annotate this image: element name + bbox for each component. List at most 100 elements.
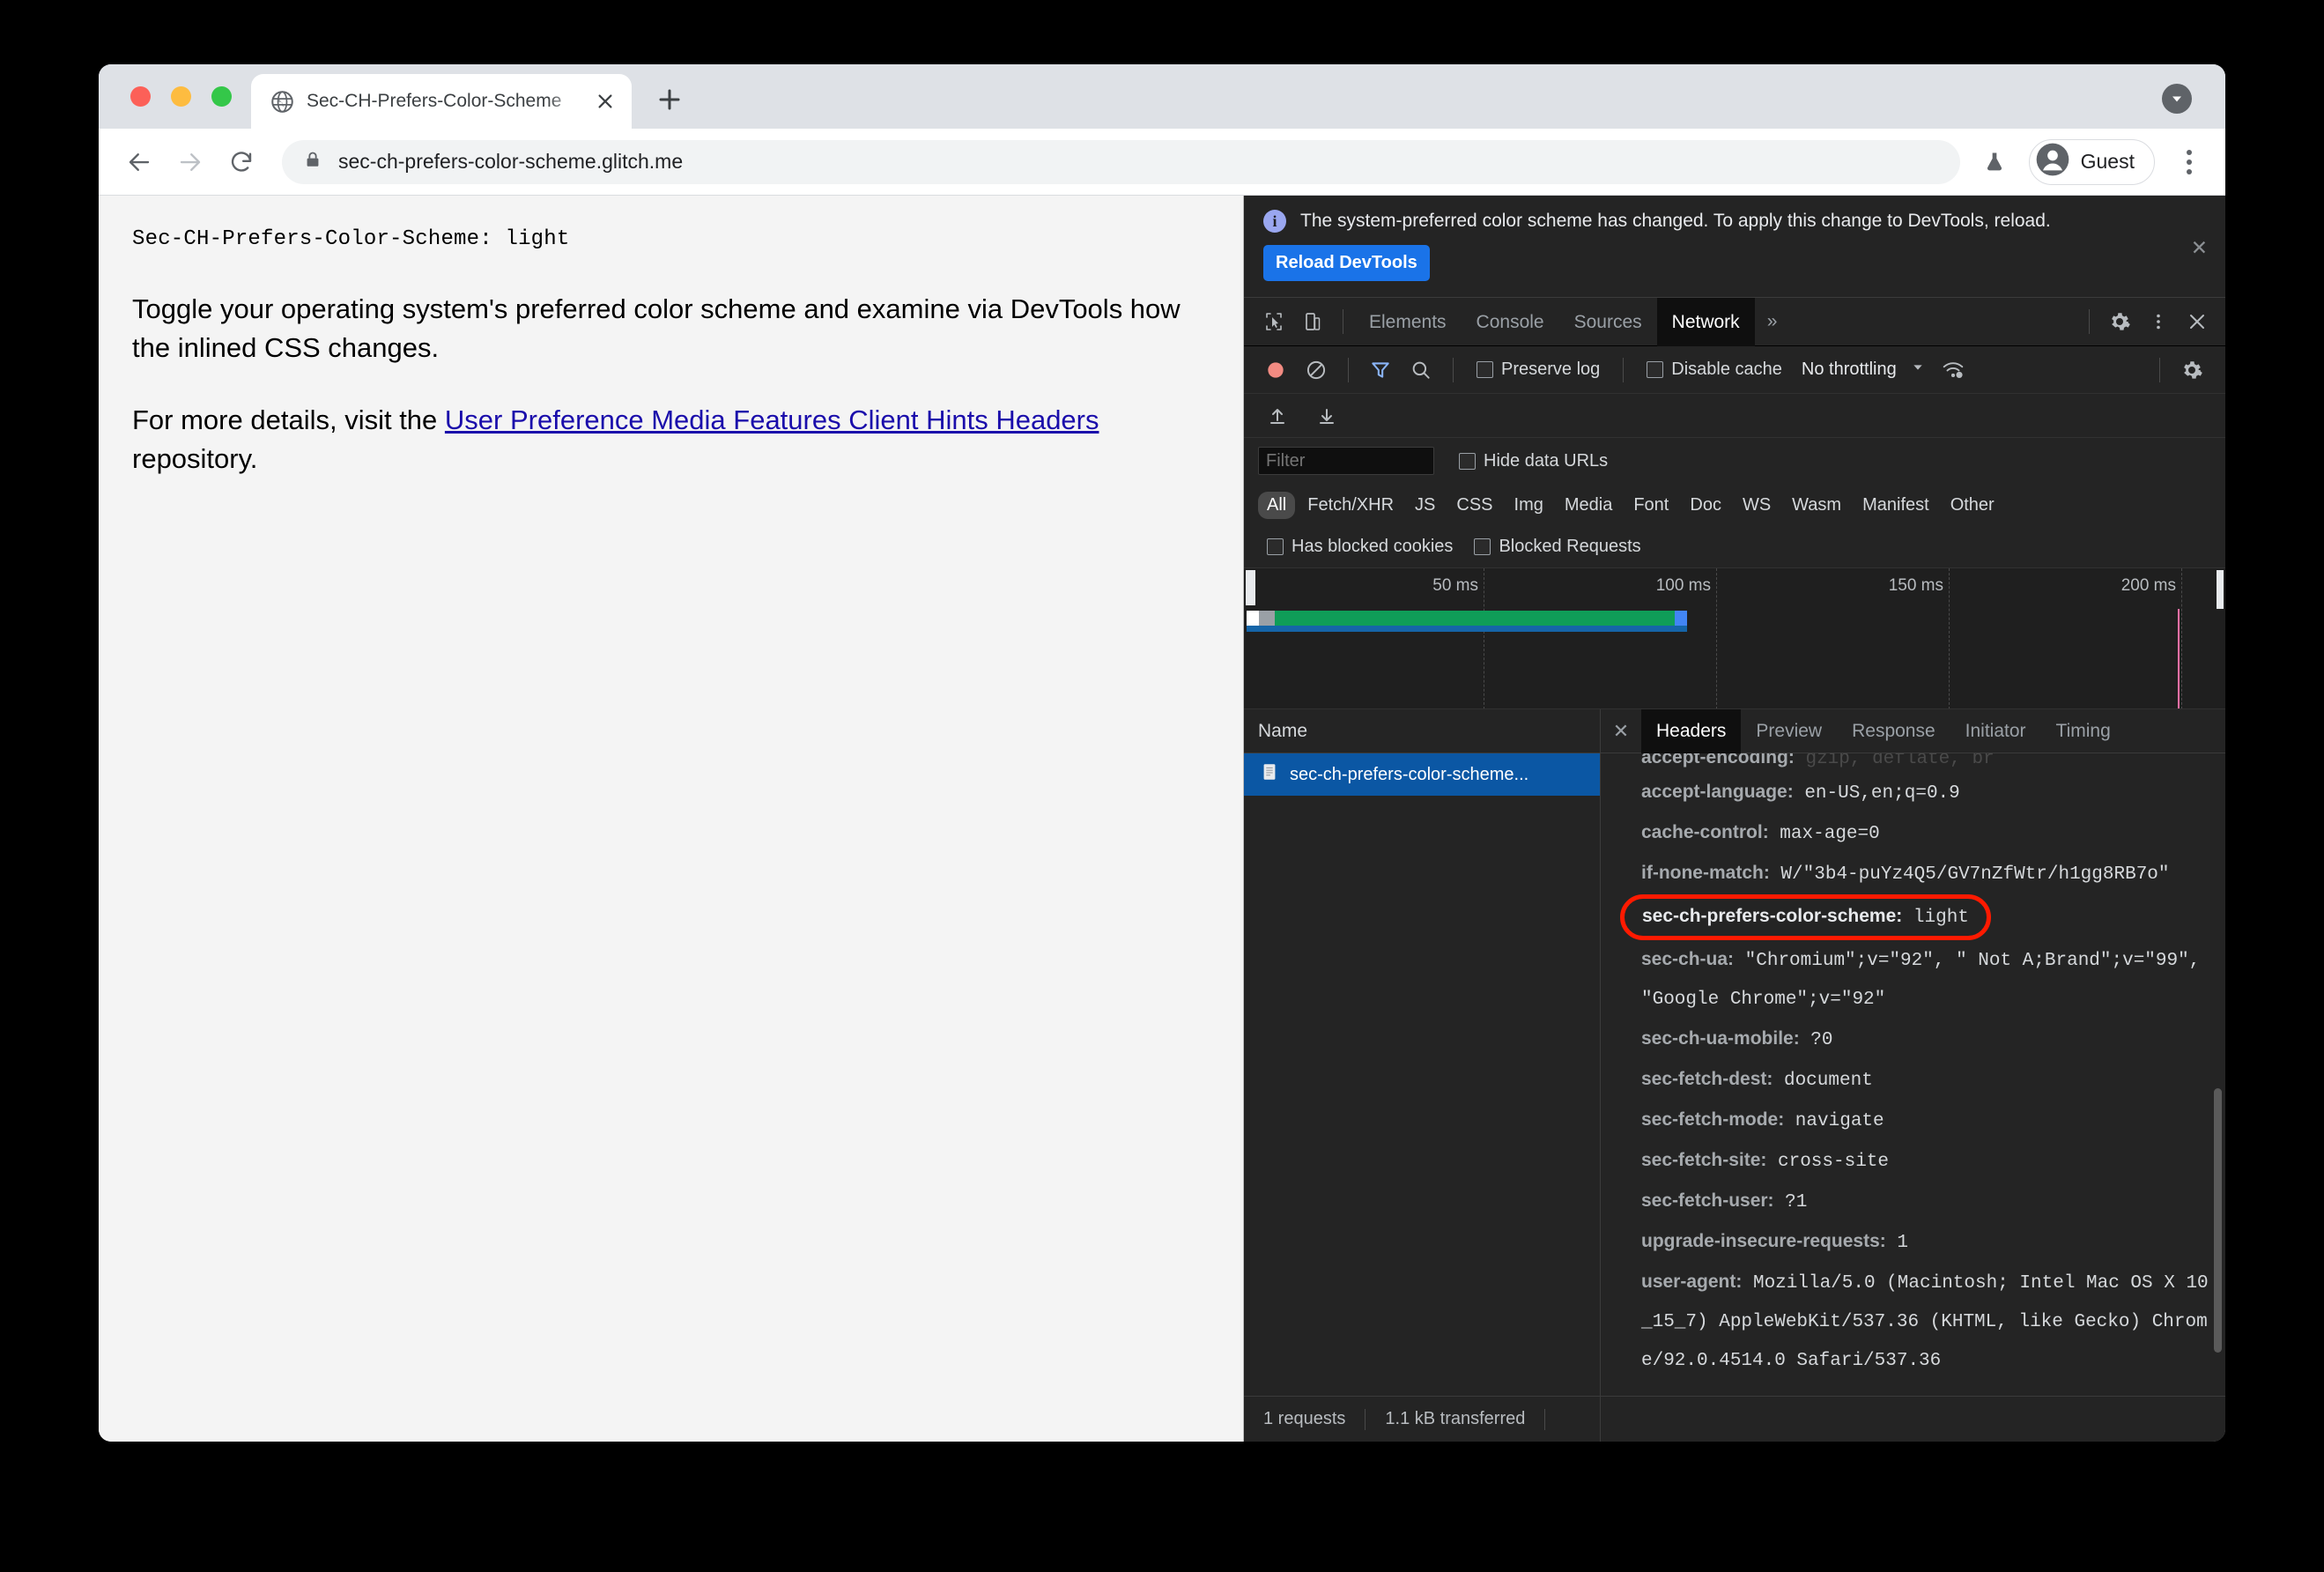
inspect-cursor-icon[interactable] xyxy=(1255,302,1293,341)
close-icon[interactable]: ✕ xyxy=(2191,238,2208,258)
repository-link[interactable]: User Preference Media Features Client Hi… xyxy=(445,404,1099,435)
clear-icon[interactable] xyxy=(1297,351,1336,389)
network-timeline-overview[interactable]: 50 ms 100 ms 150 ms 200 ms xyxy=(1244,568,2225,709)
profile-label: Guest xyxy=(2080,150,2135,173)
header-value: 1 xyxy=(1885,1233,1908,1253)
forward-arrow-icon[interactable] xyxy=(174,146,206,178)
preserve-log-checkbox[interactable]: Preserve log xyxy=(1466,360,1610,380)
tab-response[interactable]: Response xyxy=(1837,709,1950,753)
table-row[interactable]: sec-ch-prefers-color-scheme... xyxy=(1244,753,1600,796)
content-area: Sec-CH-Prefers-Color-Scheme: light Toggl… xyxy=(99,196,2225,1442)
reload-devtools-button[interactable]: Reload DevTools xyxy=(1263,245,1430,281)
chevron-down-icon[interactable] xyxy=(2162,84,2192,114)
network-status-bar: 1 requests 1.1 kB transferred xyxy=(1244,1396,2225,1442)
tab-timing[interactable]: Timing xyxy=(2041,709,2126,753)
disable-cache-label: Disable cache xyxy=(1671,360,1782,379)
record-stop-icon[interactable] xyxy=(1256,351,1295,389)
page-viewport: Sec-CH-Prefers-Color-Scheme: light Toggl… xyxy=(99,196,1244,1442)
close-icon[interactable] xyxy=(593,89,618,114)
type-filter-img[interactable]: Img xyxy=(1506,492,1552,519)
network-conditions-icon[interactable] xyxy=(1934,351,1972,389)
vertical-scrollbar[interactable] xyxy=(2214,1088,2222,1353)
tab-elements[interactable]: Elements xyxy=(1354,298,1462,346)
details-paragraph: For more details, visit the User Prefere… xyxy=(132,401,1210,478)
checkbox-box xyxy=(1477,361,1493,378)
has-blocked-cookies-checkbox[interactable]: Has blocked cookies xyxy=(1256,537,1463,557)
close-window-button[interactable] xyxy=(130,86,151,107)
timeline-right-handle[interactable] xyxy=(2217,570,2224,609)
type-filter-manifest[interactable]: Manifest xyxy=(1854,492,1938,519)
devtools-panel: i The system-preferred color scheme has … xyxy=(1244,196,2225,1442)
close-icon[interactable]: ✕ xyxy=(1601,709,1641,753)
header-value: max-age=0 xyxy=(1768,824,1880,844)
minimize-window-button[interactable] xyxy=(171,86,191,107)
maximize-window-button[interactable] xyxy=(211,86,232,107)
close-icon[interactable] xyxy=(2178,302,2217,341)
header-row: accept-encoding: gzip, deflate, br xyxy=(1641,753,2211,773)
type-filter-font[interactable]: Font xyxy=(1625,492,1677,519)
header-name: accept-encoding: xyxy=(1641,753,1795,767)
headers-list[interactable]: accept-encoding: gzip, deflate, br accep… xyxy=(1601,753,2225,1396)
tab-preview[interactable]: Preview xyxy=(1741,709,1837,753)
type-filter-other[interactable]: Other xyxy=(1942,492,2003,519)
profile-button[interactable]: Guest xyxy=(2028,138,2155,185)
gear-icon[interactable] xyxy=(2100,302,2139,341)
device-toolbar-icon[interactable] xyxy=(1293,302,1332,341)
tab-network[interactable]: Network xyxy=(1656,297,1755,346)
type-filter-ws[interactable]: WS xyxy=(1734,492,1780,519)
type-filter-wasm[interactable]: Wasm xyxy=(1783,492,1850,519)
har-transfer-row xyxy=(1244,394,2225,438)
header-row: sec-fetch-dest: document xyxy=(1641,1060,2211,1101)
header-name: upgrade-insecure-requests: xyxy=(1641,1231,1886,1251)
header-name: if-none-match: xyxy=(1641,863,1770,883)
gear-icon[interactable] xyxy=(2172,351,2211,389)
search-icon[interactable] xyxy=(1402,351,1440,389)
tab-sources[interactable]: Sources xyxy=(1559,298,1657,346)
kebab-menu-icon[interactable] xyxy=(2174,145,2204,180)
disable-cache-checkbox[interactable]: Disable cache xyxy=(1636,360,1793,380)
header-row: if-none-match: W/"3b4-puYz4Q5/GV7nZfWtr/… xyxy=(1641,854,2211,894)
more-tabs-icon[interactable]: » xyxy=(1755,311,1790,332)
header-name: accept-language: xyxy=(1641,782,1794,802)
throttling-dropdown[interactable]: No throttling xyxy=(1795,360,1932,380)
address-bar[interactable]: sec-ch-prefers-color-scheme.glitch.me xyxy=(282,139,1960,184)
type-filter-fetch-xhr[interactable]: Fetch/XHR xyxy=(1299,492,1403,519)
info-icon: i xyxy=(1263,210,1286,233)
timeline-left-handle[interactable] xyxy=(1246,570,1255,605)
flask-icon[interactable] xyxy=(1980,147,2009,177)
tab-headers[interactable]: Headers xyxy=(1641,708,1742,753)
header-name: sec-fetch-mode: xyxy=(1641,1109,1785,1130)
back-arrow-icon[interactable] xyxy=(123,146,155,178)
filter-input[interactable] xyxy=(1258,447,1434,475)
hide-data-urls-checkbox[interactable]: Hide data URLs xyxy=(1448,451,1618,471)
type-filter-media[interactable]: Media xyxy=(1556,492,1621,519)
request-details-tabbar: ✕ Headers Preview Response Initiator Tim… xyxy=(1601,708,2225,753)
checkbox-box xyxy=(1459,452,1476,470)
import-har-icon[interactable] xyxy=(1258,397,1297,435)
request-list-column-header[interactable]: Name xyxy=(1244,709,1600,753)
reload-icon[interactable] xyxy=(226,146,257,178)
request-name: sec-ch-prefers-color-scheme... xyxy=(1290,764,1529,784)
type-filter-js[interactable]: JS xyxy=(1406,492,1444,519)
browser-tab[interactable]: Sec-CH-Prefers-Color-Scheme xyxy=(251,74,632,129)
type-filter-doc[interactable]: Doc xyxy=(1681,492,1730,519)
tab-console[interactable]: Console xyxy=(1462,298,1559,346)
kebab-menu-icon[interactable] xyxy=(2139,302,2178,341)
lock-icon xyxy=(303,150,322,174)
new-tab-button[interactable] xyxy=(648,78,692,122)
type-filter-css[interactable]: CSS xyxy=(1447,492,1501,519)
export-har-icon[interactable] xyxy=(1307,397,1346,435)
funnel-icon[interactable] xyxy=(1361,351,1400,389)
infobar-message: The system-preferred color scheme has ch… xyxy=(1300,211,2051,231)
tab-initiator[interactable]: Initiator xyxy=(1950,709,2041,753)
header-value: ?0 xyxy=(1799,1030,1833,1050)
blocked-requests-checkbox[interactable]: Blocked Requests xyxy=(1463,537,1651,557)
request-list: Name sec-ch-prefers-color-scheme... xyxy=(1244,709,1601,1396)
devtools-tabbar: Elements Console Sources Network » xyxy=(1244,297,2225,346)
timeline-tick-label: 150 ms xyxy=(1888,576,1943,595)
timeline-request-bar xyxy=(1247,611,1687,632)
status-bar-left: 1 requests 1.1 kB transferred xyxy=(1244,1397,1601,1442)
type-filter-all[interactable]: All xyxy=(1258,491,1296,519)
header-row: accept-language: en-US,en;q=0.9 xyxy=(1641,773,2211,813)
highlighted-header-row-wrap: sec-ch-prefers-color-scheme: light xyxy=(1620,894,2211,940)
